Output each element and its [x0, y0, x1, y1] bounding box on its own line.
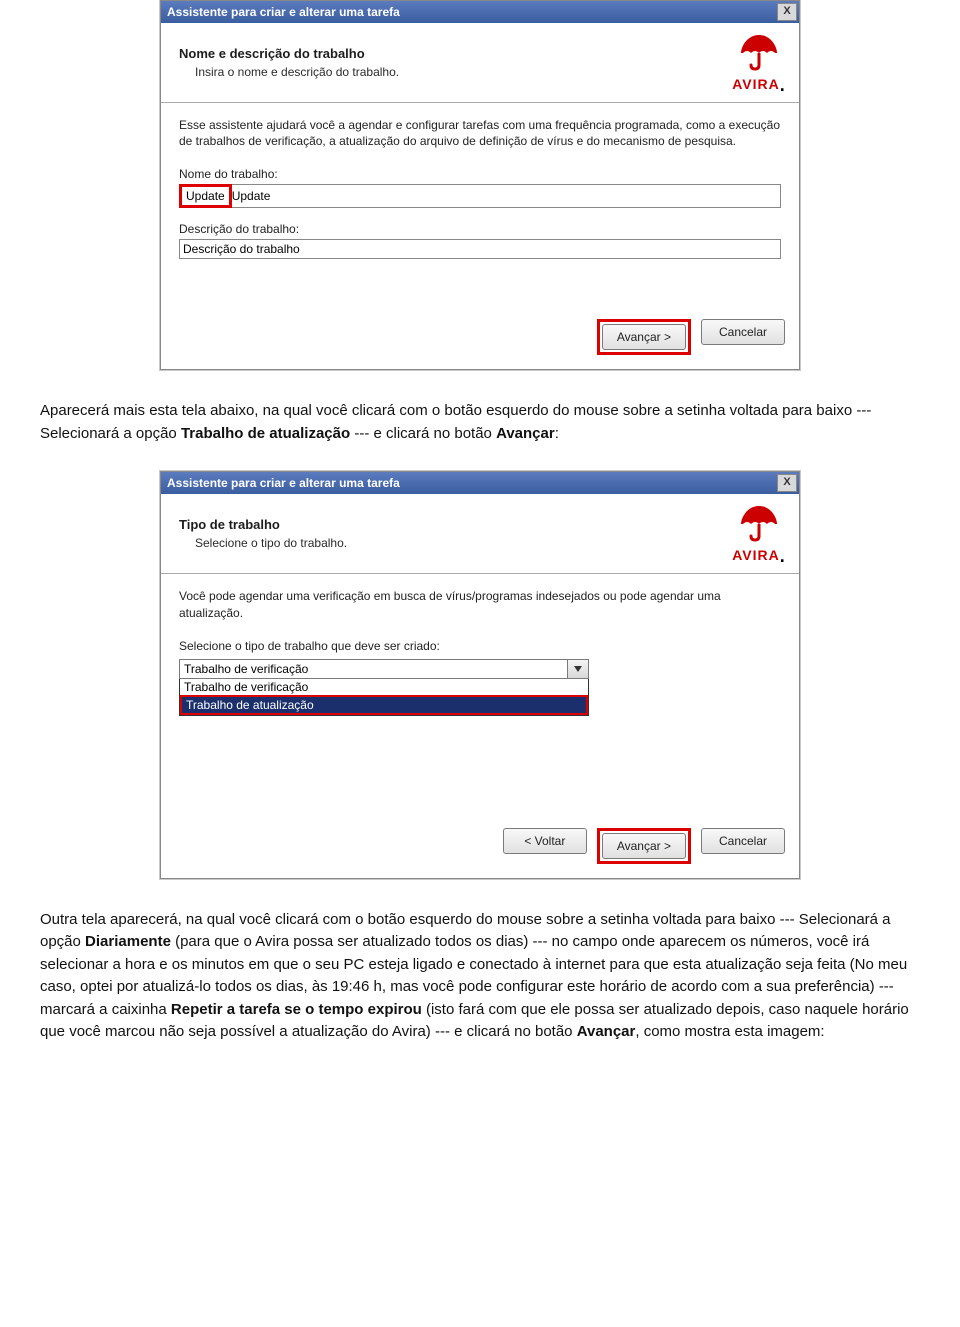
step-title: Tipo de trabalho: [179, 517, 731, 532]
select-label: Selecione o tipo de trabalho que deve se…: [179, 639, 781, 653]
name-label: Nome do trabalho:: [179, 167, 781, 181]
avira-logo: AVIRA.: [731, 502, 787, 565]
step-title: Nome e descrição do trabalho: [179, 46, 731, 61]
advance-button[interactable]: Avançar >: [602, 324, 686, 350]
header-band: Tipo de trabalho Selecione o tipo do tra…: [161, 494, 799, 574]
chevron-down-icon[interactable]: [567, 659, 589, 679]
combo-option-verification[interactable]: Trabalho de verificação: [180, 679, 588, 695]
back-button[interactable]: < Voltar: [503, 828, 587, 854]
cancel-button[interactable]: Cancelar: [701, 319, 785, 345]
combo-dropdown: Trabalho de verificação Trabalho de atua…: [179, 679, 589, 716]
cancel-button[interactable]: Cancelar: [701, 828, 785, 854]
step-subtitle: Insira o nome e descrição do trabalho.: [195, 65, 731, 79]
intro-text: Esse assistente ajudará você a agendar e…: [179, 117, 781, 149]
instruction-paragraph-2: Outra tela aparecerá, na qual você clica…: [40, 909, 920, 1044]
close-icon[interactable]: X: [777, 474, 797, 492]
combo-option-update[interactable]: Trabalho de atualização: [180, 695, 588, 715]
advance-highlight: Avançar >: [597, 828, 691, 864]
titlebar[interactable]: Assistente para criar e alterar uma tare…: [161, 472, 799, 494]
titlebar-text: Assistente para criar e alterar uma tare…: [167, 476, 777, 490]
umbrella-icon: [737, 502, 781, 542]
desc-label: Descrição do trabalho:: [179, 222, 781, 236]
avira-logo: AVIRA.: [731, 31, 787, 94]
step-subtitle: Selecione o tipo do trabalho.: [195, 536, 731, 550]
dialog-name-description: Assistente para criar e alterar uma tare…: [160, 0, 800, 370]
brand-text: AVIRA: [732, 76, 780, 92]
close-icon[interactable]: X: [777, 3, 797, 21]
brand-text: AVIRA: [732, 547, 780, 563]
name-value-highlight: Update: [182, 187, 229, 205]
intro-text: Você pode agendar uma verificação em bus…: [179, 588, 781, 620]
titlebar-text: Assistente para criar e alterar uma tare…: [167, 5, 777, 19]
titlebar[interactable]: Assistente para criar e alterar uma tare…: [161, 1, 799, 23]
header-band: Nome e descrição do trabalho Insira o no…: [161, 23, 799, 103]
advance-button[interactable]: Avançar >: [602, 833, 686, 859]
job-description-input[interactable]: [179, 239, 781, 259]
job-type-combo[interactable]: Trabalho de verificação Trabalho de veri…: [179, 659, 589, 716]
advance-highlight: Avançar >: [597, 319, 691, 355]
combo-value[interactable]: Trabalho de verificação: [179, 659, 567, 679]
dialog-job-type: Assistente para criar e alterar uma tare…: [160, 471, 800, 878]
umbrella-icon: [737, 31, 781, 71]
instruction-paragraph-1: Aparecerá mais esta tela abaixo, na qual…: [40, 400, 920, 445]
job-name-input[interactable]: [228, 184, 781, 208]
